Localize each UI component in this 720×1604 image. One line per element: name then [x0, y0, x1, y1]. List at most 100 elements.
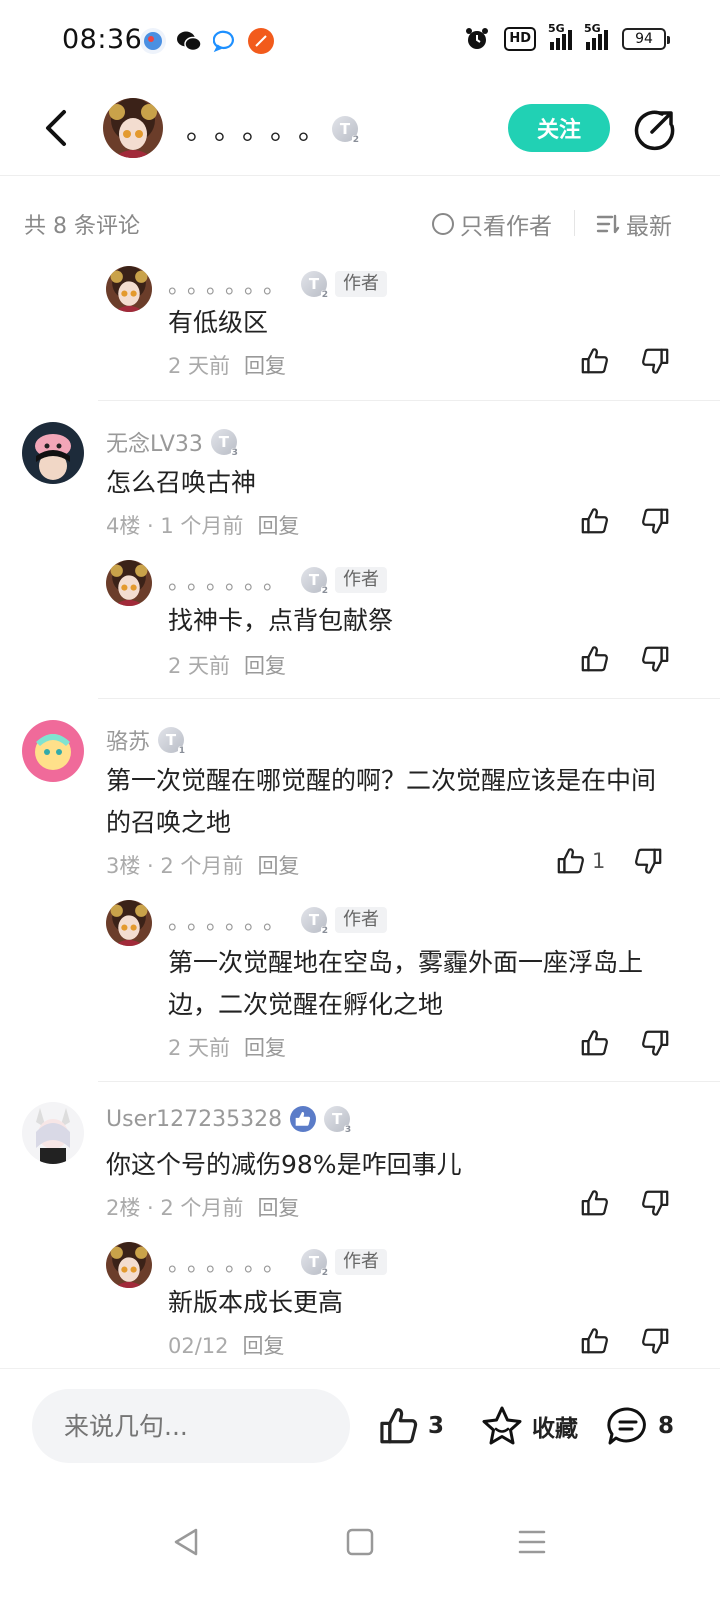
bottom-action-bar: 3 收藏 8	[0, 1368, 720, 1488]
reply-meta: 2 天前 回复	[168, 354, 287, 378]
like-icon[interactable]	[580, 1326, 610, 1356]
dislike-icon[interactable]	[640, 506, 670, 536]
reply-link[interactable]: 回复	[244, 1036, 286, 1060]
level-badge: T1	[158, 727, 187, 756]
status-time: 08:36	[62, 24, 143, 55]
reply-link[interactable]: 回复	[243, 1334, 285, 1358]
signal-icon-1: 5G	[548, 22, 572, 50]
star-icon	[482, 1406, 522, 1445]
reply-actions	[580, 644, 670, 674]
post-like-button[interactable]: 3	[378, 1405, 444, 1447]
comment-icon	[607, 1407, 646, 1445]
reply-actions	[580, 1028, 670, 1058]
reply-meta: 02/12 回复	[168, 1334, 285, 1358]
reply-text: 有低级区	[168, 308, 269, 337]
sort-icon	[596, 214, 620, 234]
only-author-toggle[interactable]: 只看作者	[432, 207, 552, 241]
reply-username[interactable]: 。。。。。。 T2 作者	[168, 268, 388, 300]
reply-link[interactable]: 回复	[257, 1196, 299, 1220]
comment-input[interactable]	[32, 1389, 350, 1463]
author-avatar[interactable]	[103, 98, 163, 158]
post-like-count: 3	[428, 1413, 445, 1439]
comments-toolbar: 共 8 条评论 只看作者 最新	[0, 194, 720, 250]
nav-menu-icon[interactable]	[512, 1522, 552, 1562]
comment-meta: 3楼 · 2 个月前 回复	[106, 854, 300, 878]
reply-item: 。。。。。。 T2 作者 有低级区 2 天前 回复	[0, 262, 720, 402]
reply-meta: 2 天前 回复	[168, 654, 287, 678]
reply-username[interactable]: 。。。。。。 T2 作者	[168, 904, 388, 936]
hd-icon: HD	[504, 27, 536, 51]
signal-icon-2: 5G	[584, 22, 608, 50]
like-icon	[378, 1405, 420, 1447]
comment-count: 共 8 条评论	[24, 214, 140, 239]
comment-actions	[580, 506, 670, 536]
comment-avatar[interactable]	[22, 422, 84, 484]
dislike-icon[interactable]	[640, 1326, 670, 1356]
comment-divider	[98, 400, 720, 401]
chat-bubble-icon	[212, 28, 238, 54]
comment-divider	[98, 1081, 720, 1082]
comment-username[interactable]: 骆苏 T1	[106, 724, 187, 756]
only-author-label: 只看作者	[460, 214, 552, 240]
reply-username[interactable]: 。。。。。。 T2 作者	[168, 1246, 388, 1278]
comment-item: 骆苏 T1 第一次觉醒在哪觉醒的啊？二次觉醒应该是在中间的召唤之地 3楼 · 2…	[0, 708, 720, 1083]
favorite-label: 收藏	[532, 1416, 578, 1442]
comments-button[interactable]: 8	[606, 1405, 674, 1447]
comment-text: 你这个号的减伤98%是咋回事儿	[106, 1150, 462, 1179]
like-icon[interactable]	[556, 846, 586, 876]
sort-toggle[interactable]: 最新	[596, 207, 672, 241]
reply-link[interactable]: 回复	[244, 654, 286, 678]
reply-avatar[interactable]	[106, 266, 152, 312]
comment-actions	[580, 1188, 670, 1218]
battery-icon: 94	[622, 28, 670, 50]
reply-avatar[interactable]	[106, 1242, 152, 1288]
level-badge: T2	[301, 1249, 330, 1278]
like-icon[interactable]	[580, 1028, 610, 1058]
nav-back-icon[interactable]	[166, 1522, 206, 1562]
like-icon[interactable]	[580, 1188, 610, 1218]
comment-avatar[interactable]	[22, 720, 84, 782]
level-badge: T2	[301, 907, 330, 936]
notification-icons	[140, 28, 274, 54]
like-icon[interactable]	[580, 506, 610, 536]
author-name[interactable]: 。。。。。	[186, 108, 340, 148]
comment-avatar[interactable]	[22, 1102, 84, 1164]
comment-actions: 1	[556, 846, 663, 876]
radio-icon	[432, 213, 454, 235]
follow-button[interactable]: 关注	[508, 104, 610, 152]
like-icon[interactable]	[580, 644, 610, 674]
author-tag: 作者	[335, 1249, 388, 1275]
post-header: 。。。。。 T2 关注	[0, 82, 720, 176]
comment-username[interactable]: 无念LV33 T3	[106, 426, 239, 458]
reply-actions	[580, 346, 670, 376]
reply-username[interactable]: 。。。。。。 T2 作者	[168, 564, 388, 596]
toolbar-divider	[574, 210, 575, 236]
nav-home-icon[interactable]	[340, 1522, 380, 1562]
reply-avatar[interactable]	[106, 900, 152, 946]
dislike-icon[interactable]	[633, 846, 663, 876]
share-icon[interactable]	[632, 108, 676, 152]
comment-text: 第一次觉醒在哪觉醒的啊？二次觉醒应该是在中间的召唤之地	[106, 766, 657, 837]
dislike-icon[interactable]	[640, 1188, 670, 1218]
dislike-icon[interactable]	[640, 644, 670, 674]
reply-text: 找神卡，点背包献祭	[168, 606, 394, 635]
orange-app-icon	[248, 28, 274, 54]
status-bar: 08:36 HD 5G 5G 94	[0, 0, 720, 82]
dislike-icon[interactable]	[640, 1028, 670, 1058]
comment-meta: 4楼 · 1 个月前 回复	[106, 514, 300, 538]
dislike-icon[interactable]	[640, 346, 670, 376]
favorite-button[interactable]: 收藏	[480, 1405, 578, 1447]
back-icon[interactable]	[36, 108, 76, 148]
reply-link[interactable]: 回复	[257, 854, 299, 878]
reply-avatar[interactable]	[106, 560, 152, 606]
reply-link[interactable]: 回复	[244, 354, 286, 378]
author-tag: 作者	[335, 567, 388, 593]
comment-item: 无念LV33 T3 怎么召唤古神 4楼 · 1 个月前 回复 。。。。。。 T2 …	[0, 410, 720, 700]
like-icon[interactable]	[580, 346, 610, 376]
sort-label: 最新	[626, 214, 672, 240]
comments-count: 8	[658, 1413, 675, 1439]
reply-link[interactable]: 回复	[257, 514, 299, 538]
comment-divider	[98, 698, 720, 699]
comment-username[interactable]: User127235328 T3	[106, 1106, 353, 1135]
level-badge: T2	[332, 116, 360, 145]
